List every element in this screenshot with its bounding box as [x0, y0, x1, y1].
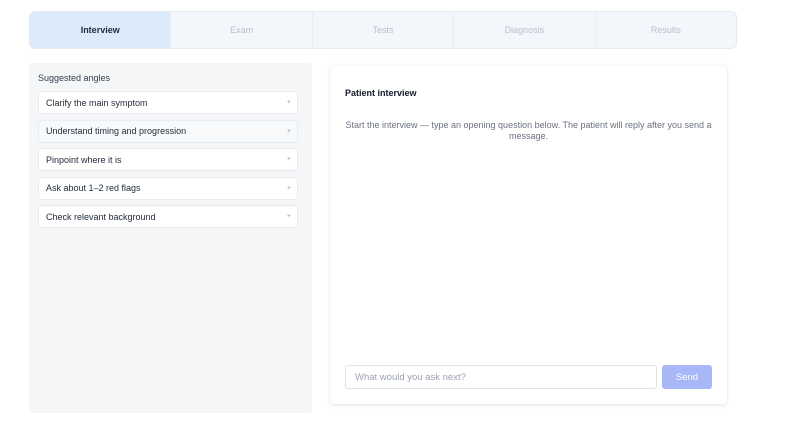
tab-results[interactable]: Results	[596, 12, 736, 48]
suggestion-clarify-symptom[interactable]: Clarify the main symptom +	[38, 91, 298, 114]
suggestion-red-flags[interactable]: Ask about 1–2 red flags +	[38, 176, 298, 200]
plus-icon: +	[286, 213, 291, 220]
suggestion-pinpoint-location[interactable]: Pinpoint where it is +	[38, 148, 298, 171]
question-input[interactable]	[345, 365, 657, 389]
suggestion-label: Understand timing and progression	[46, 126, 187, 136]
chat-empty-message: Start the interview — type an opening qu…	[345, 120, 712, 141]
tab-diagnosis[interactable]: Diagnosis	[454, 12, 596, 48]
tab-interview[interactable]: Interview	[30, 12, 172, 48]
plus-icon: +	[286, 99, 291, 106]
suggestions-title: Suggested angles	[38, 73, 111, 83]
tab-tests[interactable]: Tests	[313, 12, 455, 48]
suggestions-list: Clarify the main symptom + Understand ti…	[38, 91, 298, 234]
plus-icon: +	[286, 127, 291, 135]
suggestion-timing-progression[interactable]: Understand timing and progression +	[38, 119, 298, 143]
plus-icon: +	[286, 184, 291, 192]
suggestion-label: Check relevant background	[46, 211, 156, 222]
suggestions-panel: Suggested angles Clarify the main sympto…	[29, 63, 312, 413]
tab-exam[interactable]: Exam	[171, 12, 313, 48]
send-button[interactable]: Send	[662, 365, 712, 389]
suggestion-background[interactable]: Check relevant background +	[38, 205, 298, 228]
plus-icon: +	[286, 156, 291, 163]
suggestion-label: Clarify the main symptom	[46, 97, 148, 108]
step-tabs: Interview Exam Tests Diagnosis Results	[29, 11, 737, 49]
chat-title: Patient interview	[345, 88, 417, 98]
chat-panel: Patient interview Start the interview — …	[330, 66, 727, 404]
suggestion-label: Ask about 1–2 red flags	[46, 183, 141, 193]
suggestion-label: Pinpoint where it is	[46, 154, 122, 165]
